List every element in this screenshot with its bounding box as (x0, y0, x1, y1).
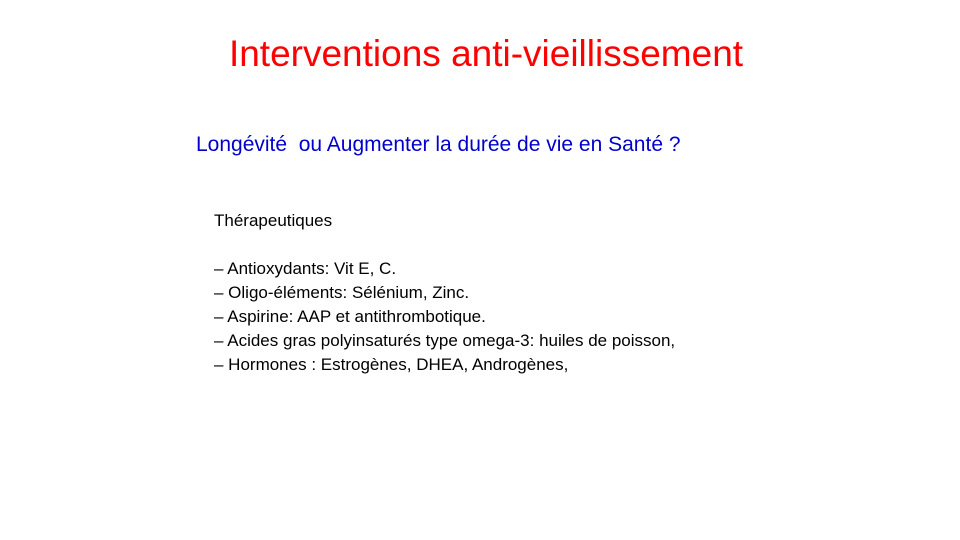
list-item: – Antioxydants: Vit E, C. (214, 259, 397, 278)
therapy-list: – Antioxydants: Vit E, C. – Oligo-élémen… (214, 257, 675, 377)
slide: Interventions anti-vieillissement Longév… (0, 0, 960, 540)
list-item: – Aspirine: AAP et antithrombotique. (214, 307, 486, 326)
list-item: – Hormones : Estrogènes, DHEA, Androgène… (214, 355, 569, 374)
list-item: – Acides gras polyinsaturés type omega-3… (214, 331, 676, 350)
slide-subtitle: Longévité ou Augmenter la durée de vie e… (196, 133, 681, 156)
section-heading: Thérapeutiques (214, 211, 333, 230)
list-item: – Oligo-éléments: Sélénium, Zinc. (214, 283, 470, 302)
slide-body: Thérapeutiques – Antioxydants: Vit E, C.… (214, 209, 675, 377)
slide-title: Interventions anti-vieillissement (228, 33, 744, 74)
